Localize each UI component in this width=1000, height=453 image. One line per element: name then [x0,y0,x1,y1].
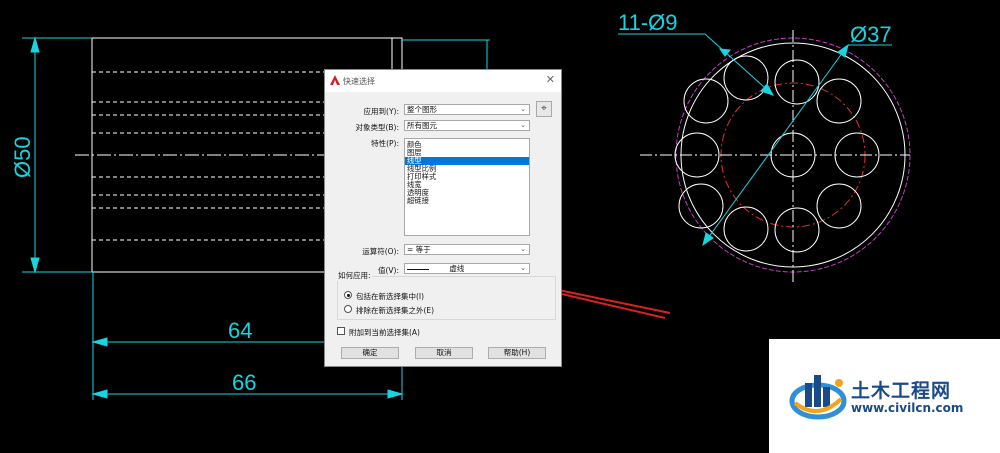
append-label[interactable]: 附加到当前选择集(A) [349,327,420,338]
quick-select-dialog: 快速选择 ✕ 应用到(Y): 整个图形 ⌄ ⌖ 对象类型(B): 所有图元 ⌄ … [324,69,562,367]
object-type-value: 所有图元 [407,121,437,130]
dim-dia50-label: Ø50 [10,136,35,178]
close-icon[interactable]: ✕ [546,74,555,86]
dim-holes-label: 11-Ø9 [618,10,678,35]
exclude-option-label[interactable]: 排除在新选择集之外(E) [356,305,434,316]
dialog-titlebar[interactable]: 快速选择 ✕ [325,70,561,92]
chevron-down-icon: ⌄ [520,121,526,129]
plate-dimensions [618,33,892,247]
dim-64-label: 64 [228,318,252,343]
list-item[interactable]: 超链接 [405,197,529,205]
operator-label: 运算符(O): [362,247,399,256]
list-item[interactable]: 颜色 [405,141,529,149]
chevron-down-icon: ⌄ [520,264,526,272]
dim-66-label: 66 [232,370,256,395]
properties-label: 特性(P): [371,139,399,148]
watermark-url: www.civilcn.com [851,401,964,415]
apply-to-value: 整个图形 [407,105,437,114]
linetype-preview [407,268,429,270]
list-item[interactable]: 图层 [405,149,529,157]
operator-value: = 等于 [407,245,431,254]
exclude-radio[interactable] [344,305,352,313]
include-radio[interactable] [344,291,352,299]
autocad-app-icon [330,75,340,85]
ok-button[interactable]: 确定 [341,347,399,359]
select-objects-button[interactable]: ⌖ [536,101,552,117]
chevron-down-icon: ⌄ [520,245,526,253]
crosshair-icon: ⌖ [541,103,547,114]
chevron-down-icon: ⌄ [520,105,526,113]
value-select[interactable]: 虚线 ⌄ [404,263,530,274]
properties-list[interactable]: 颜色 图层 线型 线型比例 打印样式 线宽 透明度 超链接 [404,138,530,236]
watermark-title: 土木工程网 [851,380,952,402]
help-button[interactable]: 帮助(H) [488,347,546,359]
plate-view [640,30,911,285]
include-option-label[interactable]: 包括在新选择集中(I) [356,291,424,302]
cancel-button[interactable]: 取消 [415,347,473,359]
list-item[interactable]: 打印样式 [405,173,529,181]
operator-select[interactable]: = 等于 ⌄ [404,244,530,255]
watermark-logo: 土木工程网 www.civilcn.com [769,339,1000,453]
apply-to-select[interactable]: 整个图形 ⌄ [404,104,530,115]
civilcn-logo-icon [789,375,847,420]
apply-to-label: 应用到(Y): [363,107,399,116]
dialog-title: 快速选择 [343,77,375,86]
append-checkbox[interactable] [337,327,345,335]
dim-dia37-label: Ø37 [850,22,892,47]
value-value: 虚线 [449,264,465,273]
how-to-apply-label: 如何应用: [337,270,372,281]
object-type-label: 对象类型(B): [355,123,399,132]
object-type-select[interactable]: 所有图元 ⌄ [404,120,530,131]
